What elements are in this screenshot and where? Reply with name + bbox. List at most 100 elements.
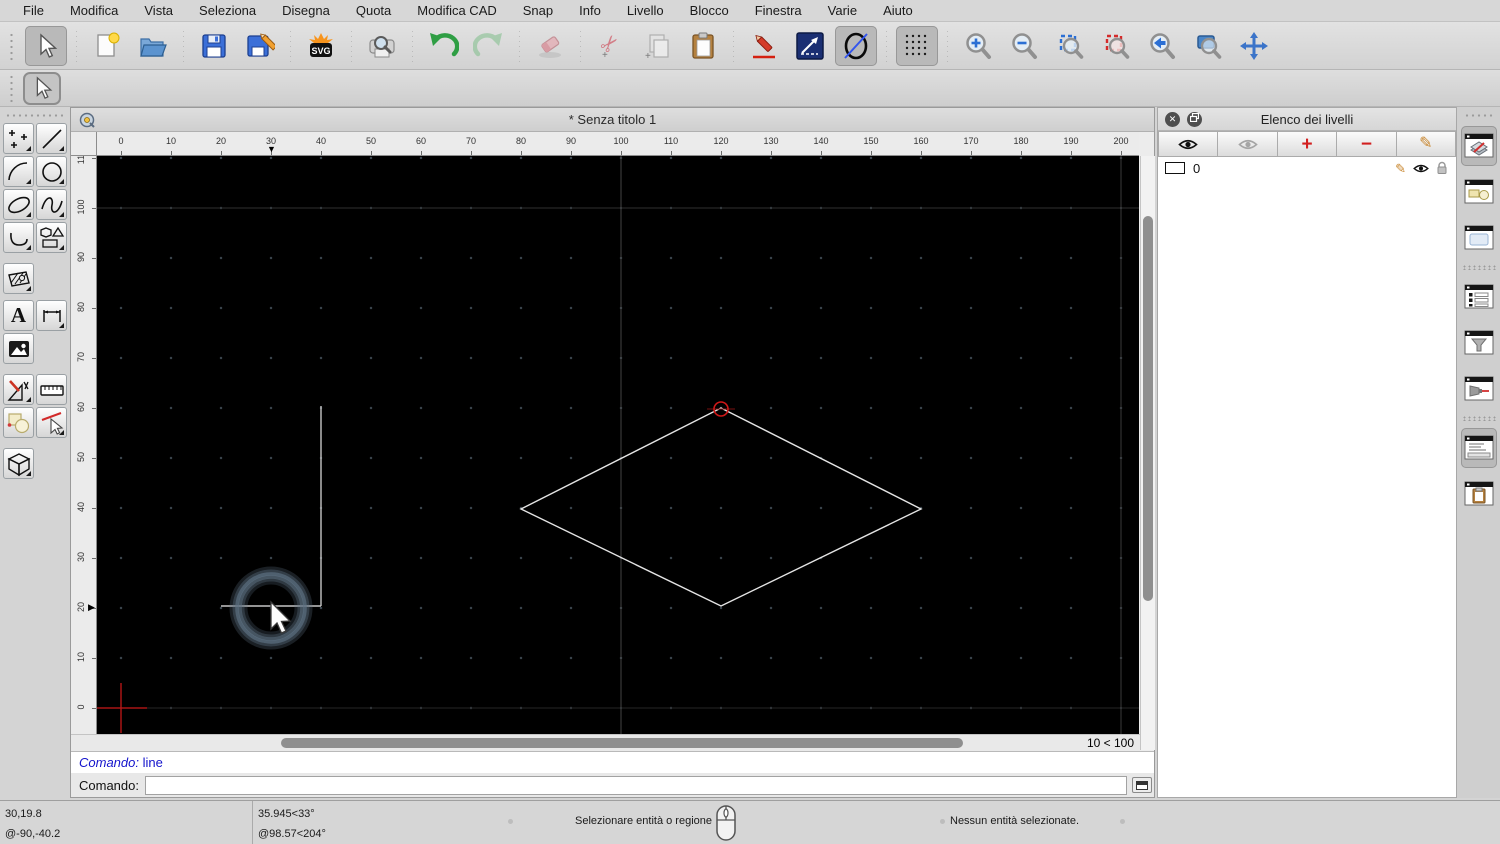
line-tool-icon (796, 31, 824, 60)
ellipse-tool-button[interactable] (3, 189, 34, 220)
command-input[interactable] (144, 775, 1127, 795)
ellipse-tool-button[interactable] (835, 25, 877, 66)
zoom-auto-button[interactable] (1049, 26, 1091, 66)
paste-button[interactable] (682, 26, 724, 66)
toolbar-drag-handle[interactable] (8, 72, 15, 104)
save-as-button[interactable] (239, 26, 281, 66)
layer-lock-icon[interactable] (1436, 161, 1448, 175)
menu-quota[interactable]: Quota (343, 3, 404, 18)
menu-disegna[interactable]: Disegna (269, 3, 343, 18)
line-tool-button[interactable] (789, 26, 831, 66)
menu-snap[interactable]: Snap (510, 3, 566, 18)
shapes-tool-button[interactable] (36, 222, 67, 253)
polyline-tool-button[interactable] (3, 222, 34, 253)
toolbar-separator (76, 28, 77, 63)
command-toggle-button[interactable] (1131, 777, 1152, 793)
save-button[interactable] (193, 26, 235, 66)
library-browser-panel-button[interactable] (1461, 218, 1497, 258)
measure-tool-button[interactable] (36, 374, 67, 405)
line-tool-button[interactable] (36, 123, 67, 154)
zoom-out-button[interactable] (1003, 26, 1045, 66)
pointer-option-button[interactable] (23, 71, 61, 105)
zoom-window-button[interactable] (1187, 26, 1229, 66)
ruler-label: 150 (863, 136, 879, 146)
menu-seleziona[interactable]: Seleziona (186, 3, 269, 18)
property-editor-panel-button[interactable] (1461, 277, 1497, 317)
action-hint: Selezionare entità o regione (575, 815, 712, 827)
text-tool-button[interactable]: A (3, 300, 34, 331)
palette-drag-handle[interactable] (5, 113, 63, 119)
clipboard-panel-button[interactable] (1461, 474, 1497, 514)
zoom-previous-button[interactable] (1141, 26, 1183, 66)
selection-tools-button[interactable] (3, 407, 34, 438)
layer-name: 0 (1193, 160, 1201, 176)
edit-layer-button[interactable]: ✎ (1396, 131, 1457, 157)
spline-tool-button[interactable] (36, 189, 67, 220)
dock-separator (1461, 416, 1496, 421)
circle-tool-button[interactable] (36, 156, 67, 187)
menu-aiuto[interactable]: Aiuto (870, 3, 926, 18)
print-preview-button[interactable] (361, 26, 403, 66)
document-titlebar[interactable]: * Senza titolo 1 (71, 108, 1154, 132)
layer-color-swatch[interactable] (1165, 162, 1185, 174)
hide-all-layers-button[interactable] (1218, 131, 1278, 157)
edit-layer-icon[interactable]: ✎ (1395, 162, 1406, 175)
pan-button[interactable] (1233, 26, 1275, 66)
menu-blocco[interactable]: Blocco (677, 3, 742, 18)
remove-layer-button[interactable]: − (1337, 131, 1397, 157)
menu-varie[interactable]: Varie (815, 3, 870, 18)
menu-finestra[interactable]: Finestra (742, 3, 815, 18)
menu-vista[interactable]: Vista (131, 3, 186, 18)
horizontal-scrollbar-thumb[interactable] (281, 738, 963, 748)
menu-modifica[interactable]: Modifica (57, 3, 131, 18)
show-all-layers-button[interactable] (1158, 131, 1219, 157)
paste-icon (692, 32, 714, 59)
new-document-button[interactable] (86, 26, 128, 66)
dock-drag-handle[interactable] (1463, 113, 1494, 119)
hatch-tool-button[interactable] (3, 263, 34, 294)
image-tool-button[interactable] (3, 333, 34, 364)
drawing-canvas[interactable] (97, 156, 1139, 734)
menu-modifica-cad[interactable]: Modifica CAD (404, 3, 509, 18)
ruler-label: 110 (663, 136, 679, 146)
toolbar-drag-handle[interactable] (8, 29, 15, 62)
svg-export-icon: SVG (309, 32, 333, 57)
zoom-redraw-button[interactable] (1095, 26, 1137, 66)
vertical-scrollbar[interactable] (1140, 156, 1155, 750)
horizontal-scrollbar[interactable]: 10 < 100 (71, 734, 1140, 751)
open-file-button[interactable] (132, 26, 174, 66)
svg-export-button[interactable]: SVG (300, 26, 342, 66)
entity-diamond[interactable] (519, 407, 923, 607)
menu-info[interactable]: Info (566, 3, 614, 18)
layer-row[interactable]: 0 ✎ (1158, 157, 1456, 179)
modify-delete-button[interactable] (36, 407, 67, 438)
box-3d-tool-button[interactable] (3, 448, 34, 479)
pointer-button[interactable] (25, 25, 67, 66)
block-list-panel-button[interactable] (1461, 172, 1497, 212)
svg-text:+: + (602, 50, 608, 61)
layer-list-panel-button[interactable] (1460, 126, 1497, 166)
selection-filter-panel-button[interactable] (1461, 323, 1497, 363)
modify-tool-button[interactable] (3, 374, 34, 405)
add-layer-button[interactable]: + (1277, 131, 1338, 157)
zoom-in-button[interactable] (957, 26, 999, 66)
layer-panel-titlebar[interactable]: ✕ Elenco dei livelli (1158, 108, 1456, 131)
delete-button[interactable] (529, 26, 571, 66)
cut-button[interactable]: ✂ + (590, 26, 632, 66)
spotlight-panel-button[interactable] (1461, 369, 1497, 409)
undo-button[interactable] (422, 26, 464, 66)
ruler-label: 80 (76, 302, 86, 313)
dimension-tool-button[interactable] (36, 300, 67, 331)
points-tool-button[interactable] (3, 123, 34, 154)
menu-livello[interactable]: Livello (614, 3, 677, 18)
layer-visibility-icon[interactable] (1413, 163, 1429, 174)
draw-pencil-button[interactable] (743, 26, 785, 66)
vertical-ruler: 110 100 90 80 70 60 50 40 30 20 10 0 ▶ (71, 156, 97, 734)
vertical-scrollbar-thumb[interactable] (1143, 216, 1153, 601)
snap-grid-button[interactable] (896, 25, 938, 66)
arc-tool-button[interactable] (3, 156, 34, 187)
command-line-panel-button[interactable] (1460, 428, 1497, 468)
redo-button[interactable] (468, 26, 510, 66)
copy-button[interactable]: + (636, 26, 678, 66)
menu-file[interactable]: File (10, 3, 57, 18)
